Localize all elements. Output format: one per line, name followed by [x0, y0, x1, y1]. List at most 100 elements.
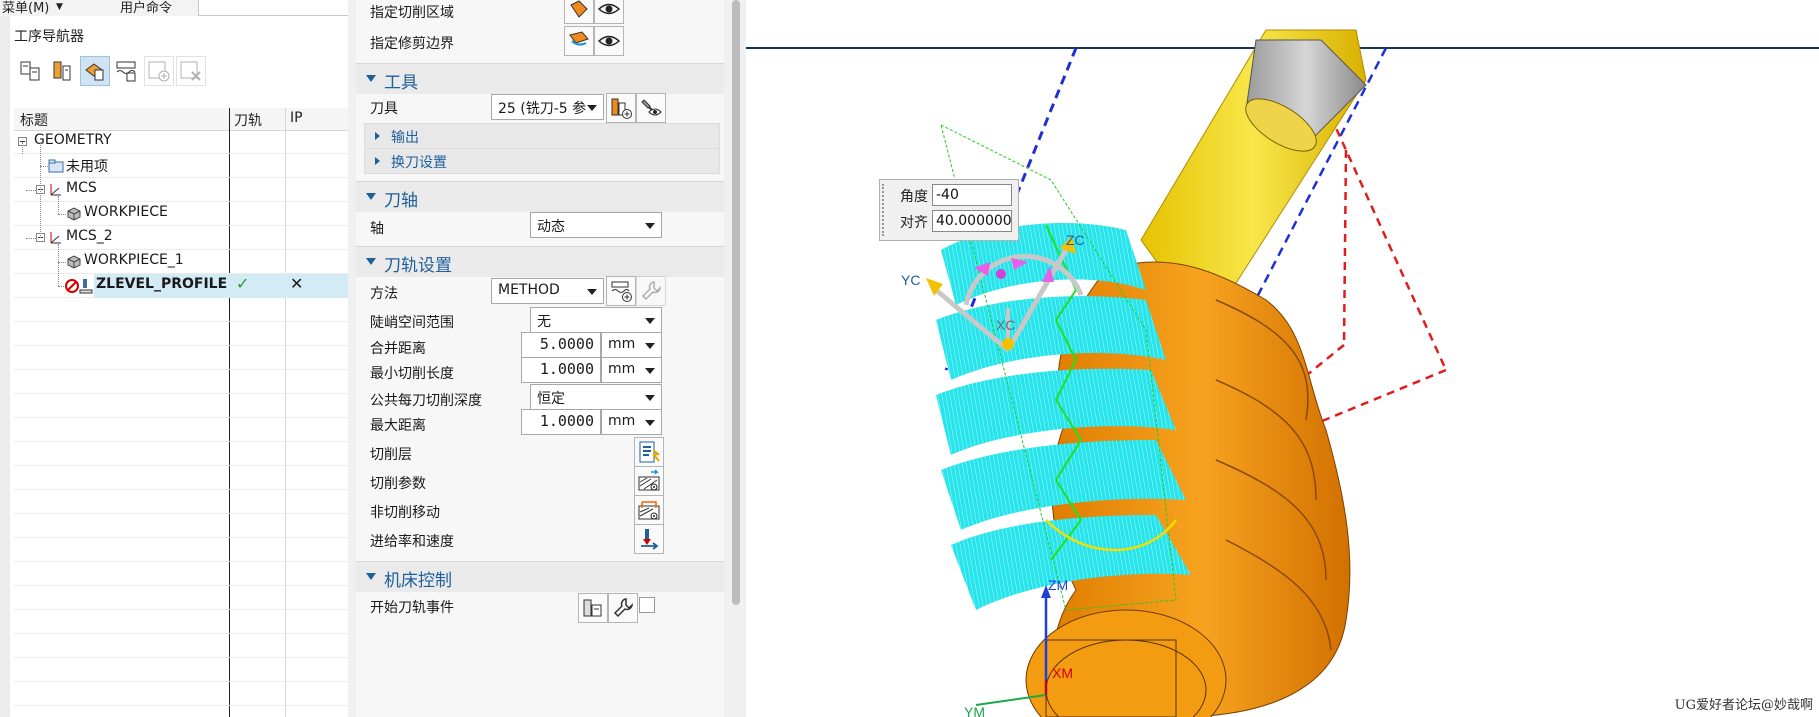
program-order-view-icon[interactable]: [16, 56, 46, 86]
min-cut-length-unit-select[interactable]: mm: [601, 357, 662, 383]
edit-tool-button[interactable]: [636, 93, 666, 123]
dialog-scrollbar[interactable]: [728, 0, 744, 717]
merge-distance-input[interactable]: 5.0000: [521, 332, 601, 358]
eye-icon: [597, 3, 621, 15]
method-select[interactable]: METHOD: [491, 278, 604, 304]
worm-gear-model[interactable]: YC ZC XC ZM XM YM: [746, 0, 1819, 717]
wrench-icon: [613, 598, 633, 618]
depth-per-cut-select[interactable]: 恒定: [530, 384, 662, 410]
tree-label: WORKPIECE_1: [84, 252, 184, 268]
collapse-triangle-icon: [366, 258, 376, 265]
column-header-ip[interactable]: IP: [290, 110, 303, 126]
tool-section-header[interactable]: 工具: [356, 63, 724, 94]
steep-range-value: 无: [537, 314, 551, 330]
workpiece-icon: [67, 207, 81, 221]
new-tool-button[interactable]: [606, 93, 636, 123]
geometry-view-icon[interactable]: [80, 56, 110, 86]
popup-drag-handle[interactable]: [882, 184, 888, 236]
chevron-down-icon: [587, 105, 597, 111]
collapse-triangle-icon: [366, 573, 376, 580]
empty-tree-row: [14, 514, 348, 538]
chevron-down-icon: [645, 395, 655, 401]
wrench-icon: [641, 281, 661, 301]
tool-select-value: 25 (铣刀-5 参数: [498, 101, 586, 117]
yc-axis-label: YC: [901, 272, 920, 288]
chevron-down-icon: [645, 223, 655, 229]
axis-label: 轴: [370, 221, 384, 237]
start-event-checkbox[interactable]: [639, 597, 655, 613]
tree-label: GEOMETRY: [34, 132, 112, 148]
angle-input[interactable]: -40: [932, 184, 1012, 206]
trim-boundary-line: [1342, 149, 1348, 346]
column-header-toolpath[interactable]: 刀轨: [234, 110, 262, 130]
tree-row-unused[interactable]: 未用项: [14, 154, 348, 178]
command-finder-input[interactable]: [198, 0, 350, 16]
tree-label: MCS: [66, 180, 97, 196]
edit-method-button[interactable]: [636, 276, 666, 306]
menu-dropdown-icon[interactable]: ▼: [56, 2, 63, 12]
max-distance-unit-select[interactable]: mm: [601, 409, 662, 435]
mcs-icon: [50, 232, 61, 244]
tree-row-mcs[interactable]: MCS: [14, 178, 348, 202]
output-subsection[interactable]: 输出: [364, 123, 720, 149]
empty-tree-row: [14, 658, 348, 682]
section-title: 机床控制: [384, 571, 452, 591]
cut-levels-button[interactable]: [634, 437, 664, 467]
mcs-icon: [50, 184, 61, 196]
steep-range-label: 陡峭空间范围: [370, 315, 454, 331]
tree-row-zlevel-profile[interactable]: ZLEVEL_PROFILE ✓ ✕: [14, 274, 348, 298]
display-cut-area-button[interactable]: [594, 0, 624, 24]
chevron-down-icon: [645, 420, 655, 426]
scrollbar-thumb[interactable]: [732, 0, 740, 605]
navigator-tree: 标题 刀轨 IP GEOMETRY 未用项 MCS WORKPIECE MCS_…: [14, 108, 348, 717]
start-event-copy-button[interactable]: [578, 593, 608, 623]
section-title: 工具: [384, 73, 418, 93]
min-cut-length-input[interactable]: 1.0000: [521, 357, 601, 383]
tree-row-mcs-2[interactable]: MCS_2: [14, 226, 348, 250]
folder-icon: [48, 159, 64, 173]
path-settings-section-header[interactable]: 刀轨设置: [356, 246, 724, 277]
machine-tool-view-icon[interactable]: [48, 56, 78, 86]
zm-axis-label: ZM: [1048, 577, 1068, 593]
non-cutting-moves-label: 非切削移动: [370, 505, 440, 521]
max-distance-label: 最大距离: [370, 418, 426, 434]
select-cut-area-button[interactable]: [564, 0, 594, 24]
merge-distance-unit-select[interactable]: mm: [601, 332, 662, 358]
tool-axis-section-header[interactable]: 刀轴: [356, 181, 724, 212]
display-trim-boundary-button[interactable]: [594, 26, 624, 56]
empty-tree-row: [14, 562, 348, 586]
empty-tree-row: [14, 370, 348, 394]
column-header-name[interactable]: 标题: [20, 110, 48, 130]
new-method-button[interactable]: [606, 276, 636, 306]
steep-range-select[interactable]: 无: [530, 307, 662, 333]
method-view-icon[interactable]: [112, 56, 142, 86]
graphics-viewport[interactable]: YC ZC XC ZM XM YM 角度 -40 对齐 40.0000000 U…: [746, 0, 1819, 717]
user-command-menu[interactable]: 用户命令: [120, 0, 172, 16]
align-input[interactable]: 40.0000000: [932, 210, 1012, 232]
chevron-down-icon: [645, 368, 655, 374]
max-distance-input[interactable]: 1.0000: [521, 409, 601, 435]
feeds-speeds-label: 进给率和速度: [370, 534, 454, 550]
unit-value: mm: [608, 336, 636, 352]
start-event-edit-button[interactable]: [608, 593, 638, 623]
menu-button[interactable]: 菜单(M): [2, 0, 49, 16]
zlevel-operation-icon: [79, 279, 93, 294]
chevron-down-icon: [587, 289, 597, 295]
tree-row-geometry[interactable]: GEOMETRY: [14, 130, 348, 154]
chevron-down-icon: [645, 343, 655, 349]
axis-select[interactable]: 动态: [530, 212, 662, 238]
delete-object-icon[interactable]: [176, 56, 206, 86]
machine-control-section-header[interactable]: 机床控制: [356, 561, 724, 592]
collapse-triangle-icon: [366, 193, 376, 200]
non-cutting-moves-button[interactable]: [634, 495, 664, 525]
empty-tree-row: [14, 466, 348, 490]
operation-dialog: 指定切削区域 指定修剪边界 工具 刀具 25 (铣刀-5 参数: [348, 0, 746, 717]
navigator-title: 工序导航器: [14, 29, 84, 45]
cut-parameters-button[interactable]: [634, 466, 664, 496]
angle-input-popup[interactable]: 角度 -40 对齐 40.0000000: [879, 179, 1019, 241]
tool-select[interactable]: 25 (铣刀-5 参数: [491, 94, 604, 120]
tool-change-subsection[interactable]: 换刀设置: [364, 148, 720, 174]
feeds-speeds-button[interactable]: [634, 524, 664, 554]
add-object-icon[interactable]: [144, 56, 174, 86]
select-trim-boundary-button[interactable]: [564, 26, 594, 56]
